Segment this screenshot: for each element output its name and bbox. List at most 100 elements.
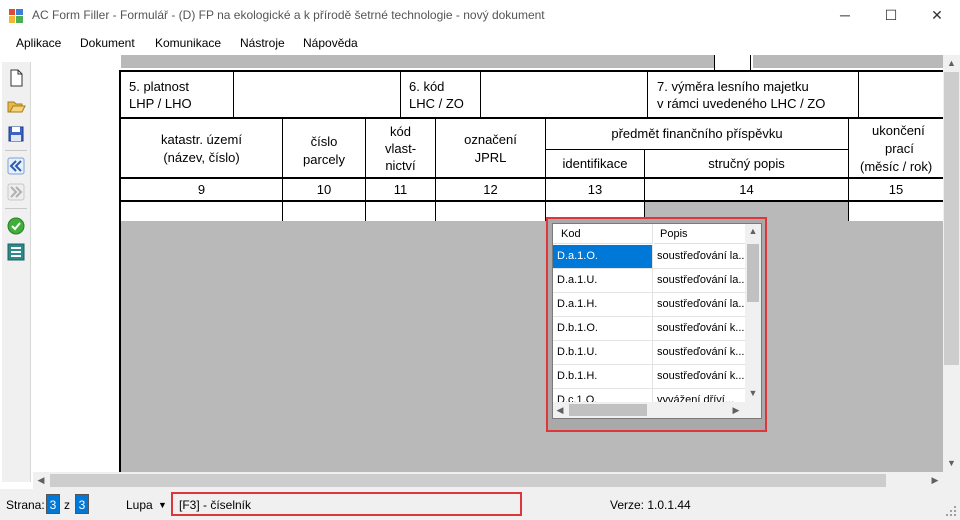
lookup-row-code: D.b.1.O. — [553, 317, 653, 340]
scroll-left-icon[interactable]: ◀ — [35, 475, 47, 486]
header-katastr: katastr. území — [161, 132, 242, 147]
horizontal-scrollbar[interactable]: ◀ ▶ — [33, 472, 943, 489]
lookup-scroll-down-icon[interactable]: ▼ — [745, 388, 761, 398]
table-border — [119, 177, 943, 179]
total-pages-field: 3 — [75, 494, 89, 514]
header-ukonceni: prací — [885, 141, 914, 156]
maximize-button[interactable]: ☐ — [868, 0, 914, 31]
menu-dokument[interactable]: Dokument — [80, 36, 135, 50]
lookup-row[interactable]: D.a.1.U. soustřeďování la... — [553, 269, 745, 293]
lookup-scroll-right-icon[interactable]: ▶ — [731, 405, 741, 416]
katastr-input[interactable] — [121, 202, 282, 221]
lookup-row[interactable]: D.b.1.U. soustřeďování k... — [553, 341, 745, 365]
title-bar: AC Form Filler - Formulář - (D) FP na ek… — [0, 0, 960, 31]
scroll-down-icon[interactable]: ▼ — [943, 458, 960, 468]
menu-napoveda[interactable]: Nápověda — [303, 36, 358, 50]
field-5-label: LHP / LHO — [129, 96, 192, 111]
lookup-scroll-left-icon[interactable]: ◀ — [555, 405, 565, 416]
next-page-icon[interactable] — [6, 182, 26, 202]
table-border — [750, 55, 751, 70]
ukonceni-input[interactable] — [849, 202, 943, 221]
lookup-header-desc[interactable]: Popis — [654, 224, 745, 244]
lookup-row-desc: soustřeďování la... — [657, 250, 745, 262]
close-button[interactable]: ✕ — [914, 0, 960, 31]
table-border — [714, 55, 715, 70]
lookup-list[interactable]: Kod Popis D.a.1.O. soustřeďování la... D.a… — [552, 223, 762, 419]
status-message-text: [F3] - číselník — [179, 498, 252, 512]
vertical-scrollbar[interactable]: ▲ ▼ — [943, 55, 960, 472]
lookup-header-code[interactable]: Kod — [553, 224, 653, 244]
field-5-input[interactable] — [234, 72, 400, 117]
lookup-scroll-corner — [745, 402, 761, 418]
zoom-dropdown-arrow-icon[interactable]: ▼ — [158, 500, 167, 510]
kod-vlastnictvi-input[interactable] — [366, 202, 435, 221]
lookup-horizontal-scrollbar[interactable]: ◀ ▶ — [553, 402, 745, 418]
lookup-row-desc: soustřeďování k... — [657, 370, 745, 382]
lookup-row[interactable]: D.b.1.H. soustřeďování k... — [553, 365, 745, 389]
lookup-row-code: D.a.1.H. — [553, 293, 653, 316]
lookup-horizontal-scroll-thumb[interactable] — [569, 404, 647, 416]
prev-row-fill — [121, 55, 714, 68]
document-canvas: 5. platnost LHP / LHO 6. kód LHC / ZO 7.… — [33, 55, 943, 472]
column-number: 10 — [316, 182, 332, 197]
column-number: 9 — [197, 182, 206, 197]
header-strucny-popis: stručný popis — [708, 156, 785, 171]
resize-grip-icon[interactable] — [945, 505, 957, 517]
field-7-input[interactable] — [859, 72, 943, 117]
lookup-vertical-scrollbar[interactable]: ▲ ▼ — [745, 224, 761, 402]
scroll-up-icon[interactable]: ▲ — [943, 58, 960, 68]
header-ukonceni: (měsíc / rok) — [860, 159, 933, 174]
header-katastr: (název, číslo) — [163, 150, 240, 165]
scroll-corner — [943, 472, 960, 489]
column-number: 11 — [393, 182, 408, 197]
menu-aplikace[interactable]: Aplikace — [16, 36, 61, 50]
table-border — [647, 71, 648, 117]
form-view-icon[interactable] — [6, 242, 26, 262]
menu-nastroje[interactable]: Nástroje — [240, 36, 285, 50]
lookup-row-desc: soustřeďování k... — [657, 346, 745, 358]
status-message: [F3] - číselník — [171, 492, 522, 516]
new-document-icon[interactable] — [6, 68, 26, 88]
page-label: Strana: — [6, 498, 45, 512]
lookup-row[interactable]: D.a.1.O. soustřeďování la... — [553, 245, 745, 269]
open-folder-icon[interactable] — [6, 96, 26, 116]
lookup-row-code: D.b.1.H. — [553, 365, 653, 388]
side-toolbar — [2, 62, 31, 482]
lookup-row-desc: soustřeďování la... — [657, 274, 745, 286]
field-5-label: 5. platnost — [129, 79, 189, 94]
field-6-input[interactable] — [481, 72, 647, 117]
header-ukonceni: ukončení — [872, 123, 925, 138]
lookup-vertical-scroll-thumb[interactable] — [747, 244, 759, 302]
header-oznaceni-jprl: označení — [464, 132, 517, 147]
save-icon[interactable] — [6, 124, 26, 144]
lookup-scroll-up-icon[interactable]: ▲ — [745, 226, 761, 236]
field-7-label: v rámci uvedeného LHC / ZO — [657, 96, 826, 111]
menu-komunikace[interactable]: Komunikace — [155, 36, 221, 50]
header-identifikace: identifikace — [562, 156, 628, 171]
jprl-input[interactable] — [436, 202, 545, 221]
lookup-row-code: D.a.1.U. — [553, 269, 653, 292]
scroll-right-icon[interactable]: ▶ — [929, 475, 941, 486]
vertical-scroll-thumb[interactable] — [944, 72, 959, 365]
previous-page-icon[interactable] — [6, 156, 26, 176]
header-oznaceni-jprl: JPRL — [474, 150, 507, 165]
lookup-row[interactable]: D.b.1.O. soustřeďování k... — [553, 317, 745, 341]
toolbar-separator — [5, 208, 27, 209]
minimize-button[interactable]: ─ — [822, 0, 868, 31]
header-kod-vlastnictvi: nictví — [385, 158, 416, 173]
header-cislo-parcely: parcely — [303, 152, 345, 167]
header-kod-vlastnictvi: vlast- — [384, 141, 417, 156]
app-icon — [9, 9, 23, 23]
validate-icon[interactable] — [6, 216, 26, 236]
table-border — [119, 117, 943, 119]
column-number: 14 — [739, 182, 754, 197]
horizontal-scroll-thumb[interactable] — [50, 474, 886, 487]
field-7-label: 7. výměra lesního majetku — [657, 79, 809, 94]
parcela-input[interactable] — [283, 202, 365, 221]
field-6-label: 6. kód — [409, 79, 445, 94]
current-page-field[interactable]: 3 — [46, 494, 60, 514]
header-cislo-parcely: číslo — [310, 134, 338, 149]
field-6-label: LHC / ZO — [409, 96, 464, 111]
zoom-dropdown[interactable]: Lupa — [126, 498, 153, 512]
lookup-row[interactable]: D.a.1.H. soustřeďování la... — [553, 293, 745, 317]
